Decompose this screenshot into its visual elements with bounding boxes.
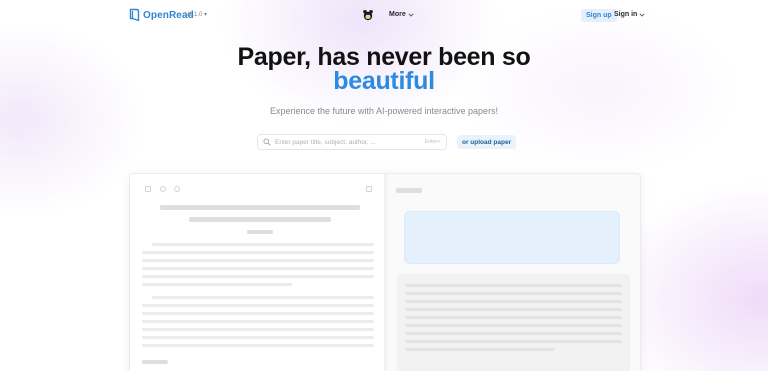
placeholder-text-line: [152, 296, 374, 299]
placeholder-text-line: [142, 275, 374, 278]
top-nav: OpenRead V1.1.0 ▾ More Sign up Sign in: [0, 0, 768, 32]
placeholder-text-line: [405, 308, 622, 311]
sign-in-label: Sign in: [614, 11, 638, 18]
more-label: More: [389, 11, 406, 18]
placeholder-text-line: [405, 348, 555, 351]
placeholder-title-line: [160, 205, 360, 210]
mascot-icon: [363, 10, 373, 21]
placeholder-text-line: [405, 332, 622, 335]
version-caret-icon: ▾: [204, 12, 208, 18]
hero-subtitle: Experience the future with AI-powered in…: [269, 106, 499, 116]
placeholder-text-line: [405, 292, 622, 295]
placeholder-text-line: [142, 267, 374, 270]
placeholder-text-line: [405, 300, 622, 303]
placeholder-panel-title: [396, 188, 422, 193]
placeholder-author-line: [247, 230, 273, 234]
placeholder-text-line: [142, 320, 374, 323]
version-label: V1.1.0: [185, 12, 203, 18]
placeholder-text-line: [405, 316, 622, 319]
search-icon: [263, 138, 271, 146]
placeholder-text-line: [142, 259, 374, 262]
placeholder-text-line: [405, 284, 622, 287]
placeholder-text-line: [142, 328, 374, 331]
placeholder-text-line: [142, 312, 374, 315]
placeholder-text-line: [152, 243, 374, 246]
upload-paper-button[interactable]: or upload paper: [457, 135, 517, 149]
placeholder-text-line: [405, 324, 622, 327]
openread-logo-icon: [129, 8, 140, 22]
menu-icon: [145, 186, 151, 192]
placeholder-text-line: [142, 283, 292, 286]
hero-title-highlight: beautiful: [333, 67, 435, 95]
app-preview: [130, 174, 640, 371]
chevron-down-icon: [639, 12, 645, 17]
placeholder-heading-line: [142, 360, 168, 364]
paper-reader-pane: [130, 174, 384, 371]
sign-in-menu[interactable]: Sign in: [614, 11, 645, 18]
sign-up-button[interactable]: Sign up: [581, 9, 617, 22]
search-input[interactable]: [275, 138, 425, 146]
placeholder-text-line: [142, 336, 374, 339]
placeholder-title-line: [189, 217, 331, 222]
upload-paper-label: or upload paper: [462, 138, 512, 146]
ai-content-card: [397, 274, 630, 371]
placeholder-text-line: [142, 344, 374, 347]
placeholder-text-line: [405, 340, 622, 343]
placeholder-text-line: [142, 304, 374, 307]
placeholder-text-line: [142, 251, 374, 254]
toolbar-icon: [160, 186, 166, 192]
chevron-down-icon: [408, 12, 414, 17]
ai-highlight-card: [404, 211, 620, 264]
toolbar-icon: [366, 186, 372, 192]
toolbar-icon: [174, 186, 180, 192]
search-box[interactable]: Enter↵: [257, 134, 447, 150]
enter-key-hint: Enter↵: [424, 139, 441, 145]
more-menu[interactable]: More: [389, 11, 414, 18]
sign-up-label: Sign up: [586, 12, 612, 19]
ai-assistant-pane: [387, 174, 640, 371]
version-dropdown[interactable]: V1.1.0 ▾: [185, 11, 207, 18]
